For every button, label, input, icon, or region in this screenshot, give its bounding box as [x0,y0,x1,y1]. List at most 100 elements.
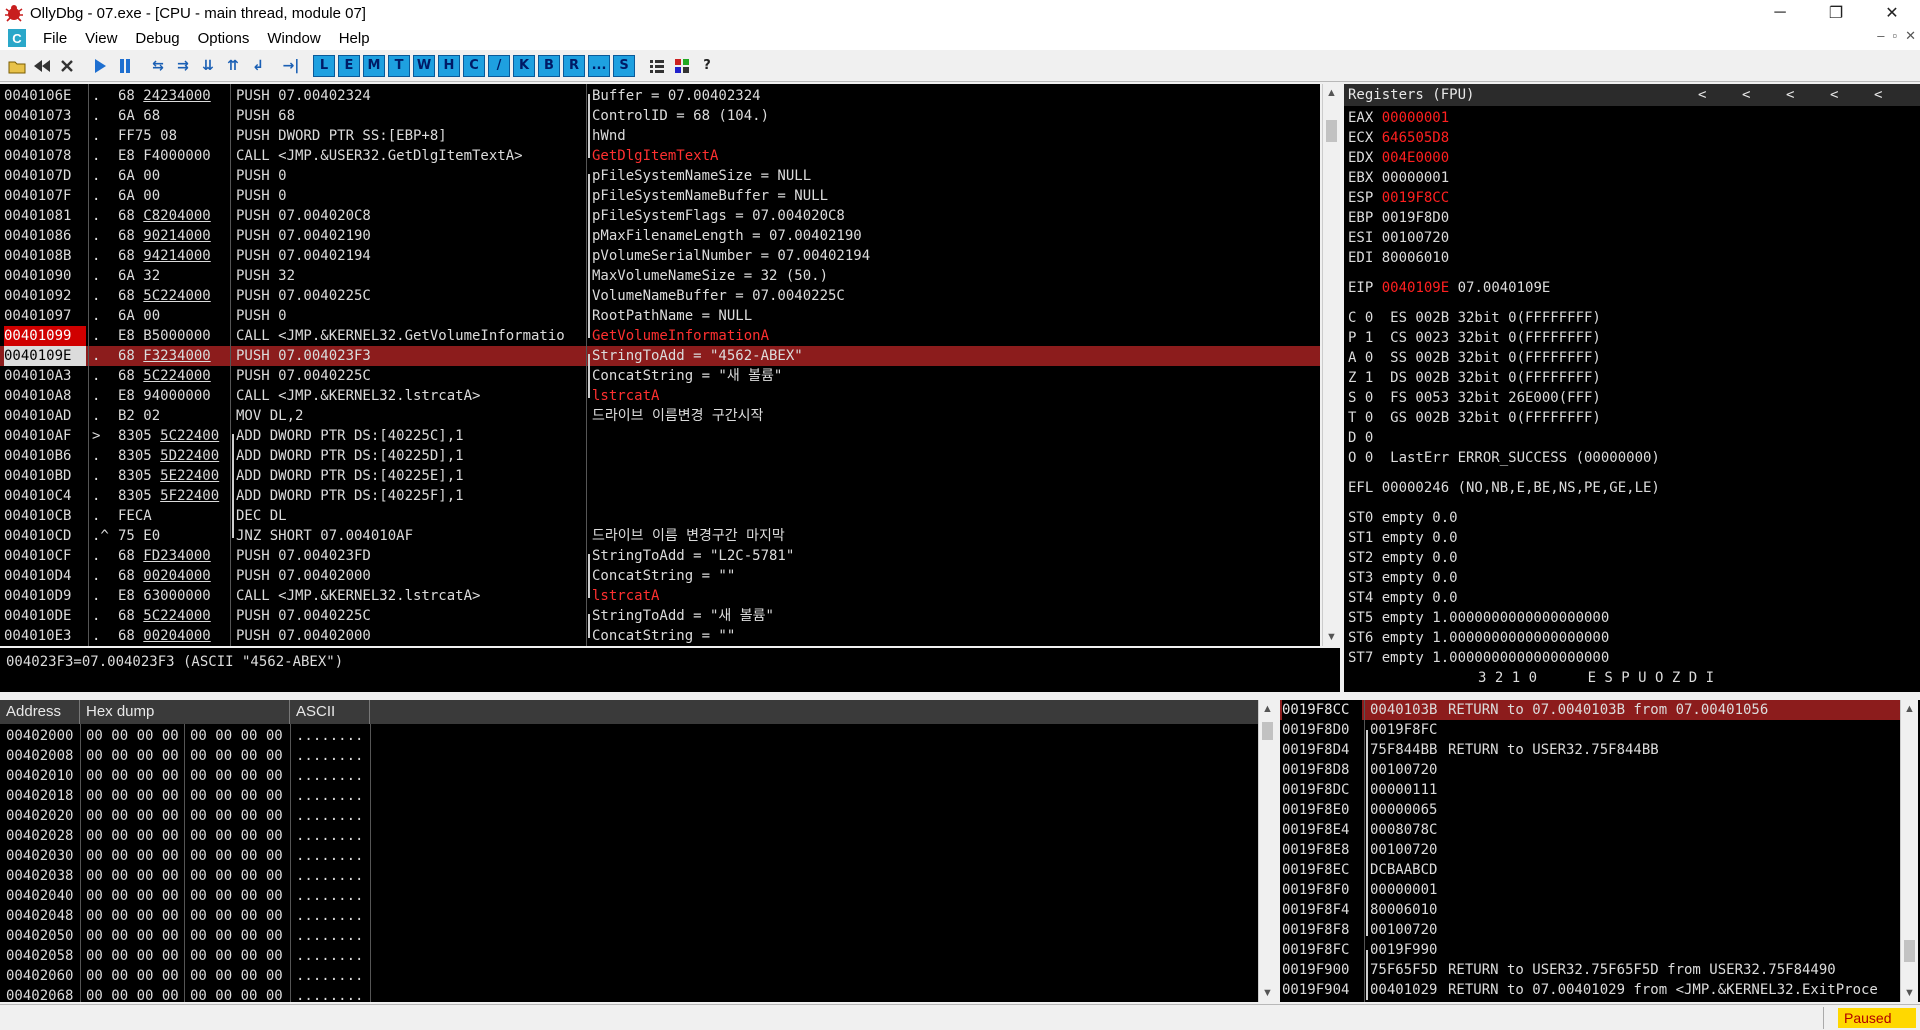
run-trace-button[interactable]: ... [588,54,610,77]
dump-ascii[interactable]: ........ [296,786,363,806]
dump-hex[interactable]: 00 00 00 00 [190,986,283,1002]
dump-address[interactable]: 00402010 [6,766,73,786]
dump-ascii[interactable]: ........ [296,906,363,926]
mdi-restore-button[interactable]: ▫ [1892,28,1897,44]
minimize-button[interactable]: ─ [1752,0,1808,26]
menu-options[interactable]: Options [189,30,259,47]
scroll-thumb[interactable] [1904,940,1915,962]
disasm-row[interactable]: 0040109E. 68 F3234000 PUSH 07.004023F3 Stri… [0,346,1320,366]
fpu-row[interactable]: ST5 empty 1.0000000000000000000 [1348,608,1609,628]
scroll-up-icon[interactable]: ▲ [1323,84,1340,102]
dump-hex[interactable]: 00 00 00 00 [190,946,283,966]
disasm-row[interactable]: 004010CD .^ 75 E0 JNZ SHORT 07.004010AF 드라이브… [0,526,1320,546]
register-view-arrow[interactable]: < [1874,85,1882,105]
dump-hex[interactable]: 00 00 00 00 [190,906,283,926]
disasm-row[interactable]: 00401092. 68 5C224000 PUSH 07.0040225C Volu… [0,286,1320,306]
dump-ascii[interactable]: ........ [296,726,363,746]
stack-row[interactable]: 0019F8F8 00100720 [1280,920,1900,940]
call-stack-button[interactable]: K [513,54,535,77]
register-row[interactable]: ECX 646505D8 [1348,128,1449,148]
disasm-row[interactable]: 0040107D. 6A 00 PUSH 0 pFileSystemNameSize … [0,166,1320,186]
dump-scrollbar[interactable]: ▲ ▼ [1258,700,1276,1002]
dump-hex[interactable]: 00 00 00 00 [86,746,179,766]
flag-row[interactable]: Z 1 DS 002B 32bit 0(FFFFFFFF) [1348,368,1601,388]
dump-ascii[interactable]: ........ [296,926,363,946]
dump-hex[interactable]: 00 00 00 00 [190,826,283,846]
disasm-row[interactable]: 00401078. E8 F4000000 CALL <JMP.&USER32.Ge… [0,146,1320,166]
disasm-row[interactable]: 00401099. E8 B5000000 CALL <JMP.&KERNEL32.… [0,326,1320,346]
threads-button[interactable]: T [388,54,410,77]
stack-row[interactable]: 0019F8FC 0019F990 [1280,940,1900,960]
efl-row[interactable]: EFL 00000246 (NO,NB,E,BE,NS,PE,GE,LE) [1348,478,1660,498]
fpu-row[interactable]: ST1 empty 0.0 [1348,528,1458,548]
dump-hex[interactable]: 00 00 00 00 [190,726,283,746]
dump-ascii[interactable]: ........ [296,826,363,846]
dump-hex[interactable]: 00 00 00 00 [190,846,283,866]
register-view-arrow[interactable]: < [1786,85,1794,105]
stack-row[interactable]: 0019F8F4 80006010 [1280,900,1900,920]
disasm-row[interactable]: 004010B6. 8305 5D22400 ADD DWORD PTR DS:[4… [0,446,1320,466]
register-view-arrow[interactable]: < [1742,85,1750,105]
run-icon[interactable] [89,55,111,77]
scroll-down-icon[interactable]: ▼ [1259,984,1276,1002]
register-value[interactable]: 646505D8 [1382,130,1449,146]
dump-panel[interactable]: Address Hex dump ASCII 00402000 00 00 00 … [0,700,1276,1002]
stack-row[interactable]: 0019F8EC DCBAABCD [1280,860,1900,880]
disasm-row[interactable]: 004010E3. 68 00204000 PUSH 07.00402000 Conc… [0,626,1320,646]
disassembly-scrollbar[interactable]: ▲ ▼ [1322,84,1340,646]
register-value[interactable]: 00100720 [1382,230,1449,246]
dump-hex[interactable]: 00 00 00 00 [190,766,283,786]
dump-address[interactable]: 00402058 [6,946,73,966]
menu-file[interactable]: File [34,30,76,47]
register-row[interactable]: EBP 0019F8D0 [1348,208,1449,228]
dump-hex[interactable]: 00 00 00 00 [190,966,283,986]
pause-icon[interactable] [114,55,136,77]
flag-row[interactable]: D 0 [1348,428,1373,448]
stack-row[interactable]: 0019F8D4 75F844BB RETURN to USER32.75F844B… [1280,740,1900,760]
menu-view[interactable]: View [76,30,126,47]
disasm-row[interactable]: 0040108B. 68 94214000 PUSH 07.00402194 pVol… [0,246,1320,266]
register-value[interactable]: 00000001 [1382,170,1449,186]
cpu-window-icon[interactable]: C [8,29,26,47]
mdi-minimize-button[interactable]: – [1877,28,1884,44]
register-value[interactable]: 00000001 [1382,110,1449,126]
fpu-row[interactable]: ST0 empty 0.0 [1348,508,1458,528]
dump-ascii[interactable]: ........ [296,846,363,866]
stack-row[interactable]: 0019F8E8 00100720 [1280,840,1900,860]
stack-row[interactable]: 0019F8E0 00000065 [1280,800,1900,820]
stack-row[interactable]: 0019F8D0 0019F8FC [1280,720,1900,740]
scroll-down-icon[interactable]: ▼ [1901,984,1918,1002]
fpu-row[interactable]: ST3 empty 0.0 [1348,568,1458,588]
register-row[interactable]: EDI 80006010 [1348,248,1449,268]
cpu-button[interactable]: C [463,54,485,77]
dump-address[interactable]: 00402008 [6,746,73,766]
close-button[interactable]: ✕ [1864,0,1920,26]
dump-hex[interactable]: 00 00 00 00 [190,886,283,906]
disasm-row[interactable]: 004010BD. 8305 5E22400 ADD DWORD PTR DS:[4… [0,466,1320,486]
disasm-row[interactable]: 0040107F. 6A 00 PUSH 0 pFileSystemNameBuffe… [0,186,1320,206]
scroll-down-icon[interactable]: ▼ [1323,628,1340,646]
scroll-up-icon[interactable]: ▲ [1901,700,1918,718]
dump-ascii[interactable]: ........ [296,746,363,766]
dump-ascii[interactable]: ........ [296,866,363,886]
disasm-row[interactable]: 004010CF. 68 FD234000 PUSH 07.004023FD Stri… [0,546,1320,566]
flag-row[interactable]: S 0 FS 0053 32bit 26E000(FFF) [1348,388,1601,408]
stack-row[interactable]: 0019F8E4 0008078C [1280,820,1900,840]
stack-panel[interactable]: 0019F8CC 0040103B RETURN to 07.0040103B fr… [1280,700,1920,1002]
rewind-icon[interactable] [31,55,53,77]
breakpoints-button[interactable]: B [538,54,560,77]
scroll-up-icon[interactable]: ▲ [1259,700,1276,718]
handles-button[interactable]: H [438,54,460,77]
disassembly-panel[interactable]: 0040106E. 68 24234000 PUSH 07.00402324 Buff… [0,84,1320,646]
log-window-button[interactable]: L [313,54,335,77]
menu-debug[interactable]: Debug [126,30,188,47]
dump-hex[interactable]: 00 00 00 00 [86,866,179,886]
flag-row[interactable]: O 0 LastErr ERROR_SUCCESS (00000000) [1348,448,1660,468]
disasm-row[interactable]: 004010A3. 68 5C224000 PUSH 07.0040225C Conc… [0,366,1320,386]
registers-panel[interactable]: Registers (FPU) < < < < < EAX 00000001 EC… [1344,84,1920,692]
step-over-icon[interactable]: ⇉ [172,55,194,77]
fpu-row[interactable]: ST7 empty 1.0000000000000000000 [1348,648,1609,668]
maximize-button[interactable]: ❐ [1808,0,1864,26]
disasm-row[interactable]: 00401097. 6A 00 PUSH 0 RootPathName = NULL [0,306,1320,326]
dump-address[interactable]: 00402048 [6,906,73,926]
